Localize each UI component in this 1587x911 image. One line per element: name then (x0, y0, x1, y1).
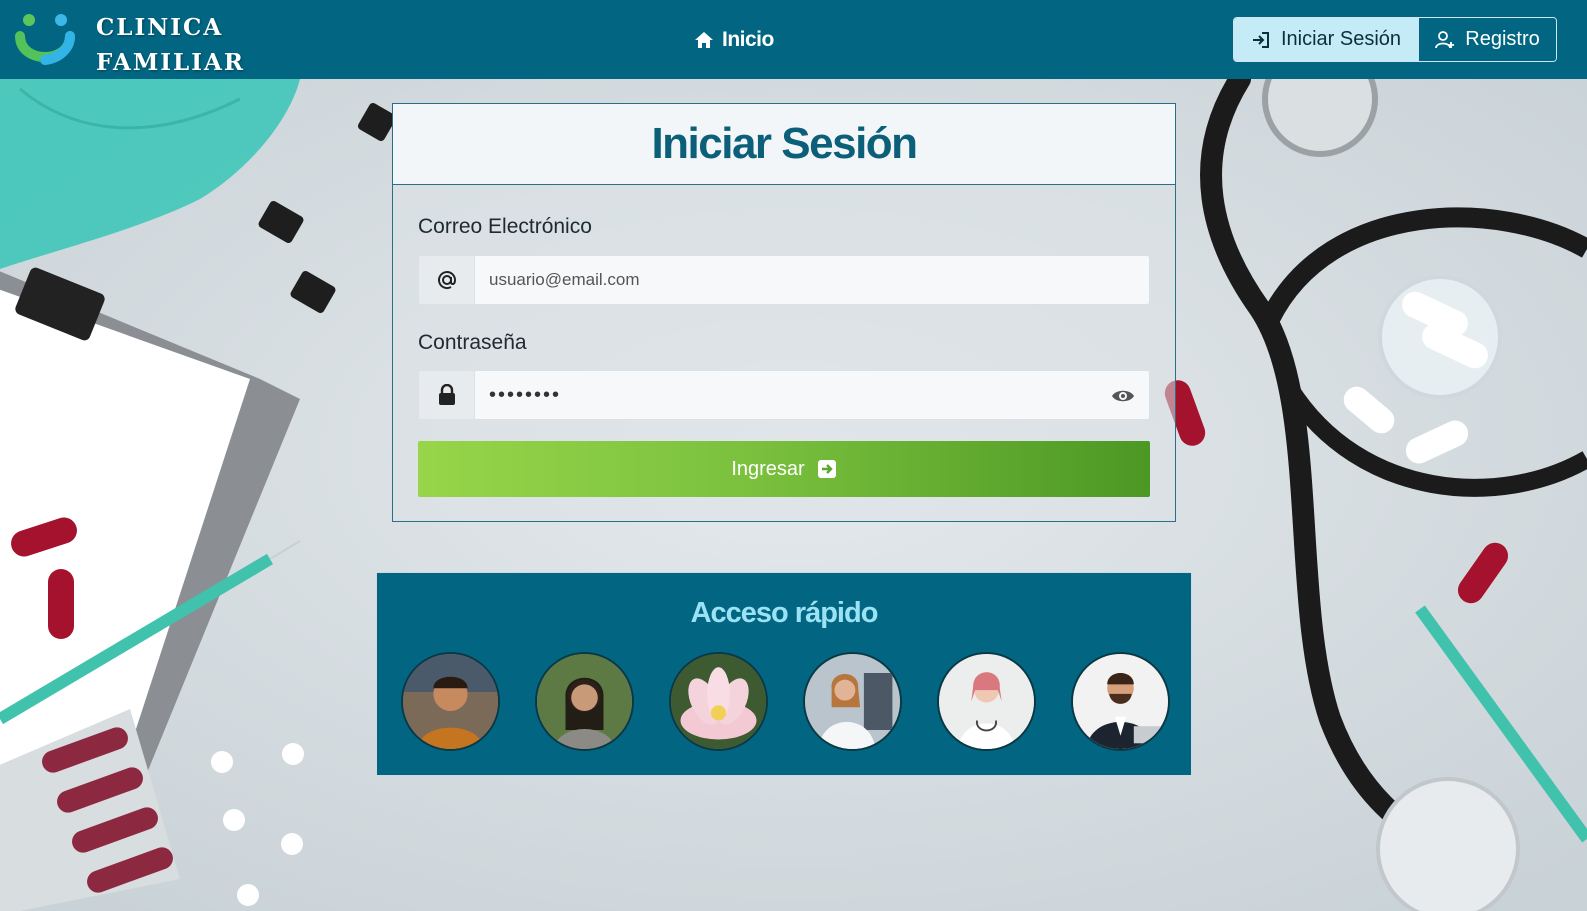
quick-access-title: Acceso rápido (690, 597, 879, 629)
quick-user-2-avatar[interactable] (535, 652, 634, 751)
user-plus-icon (1435, 30, 1455, 48)
nav-home-label: Inicio (722, 28, 774, 51)
email-label: Correo Electrónico (418, 215, 592, 238)
top-navbar: CLINICA FAMILIAR Inicio Iniciar Sesión R… (0, 0, 1587, 79)
quick-access-panel: Acceso rápido (376, 572, 1192, 776)
auth-button-group: Iniciar Sesión Registro (1233, 17, 1557, 62)
login-header: Iniciar Sesión (393, 104, 1175, 185)
quick-user-1-avatar[interactable] (401, 652, 500, 751)
brand-line-1: CLINICA (96, 14, 224, 41)
quick-user-3-avatar[interactable] (669, 652, 768, 751)
password-input-group (418, 370, 1150, 420)
nav-home-link[interactable]: Inicio (694, 22, 774, 58)
brand[interactable]: CLINICA FAMILIAR (14, 10, 243, 76)
arrow-right-box-icon (817, 460, 836, 478)
quick-user-4-avatar[interactable] (803, 652, 902, 751)
at-icon (419, 256, 475, 304)
nav-login-label: Iniciar Sesión (1280, 28, 1402, 50)
home-icon (695, 32, 713, 48)
nav-register-label: Registro (1465, 28, 1540, 50)
lock-icon (419, 371, 475, 419)
submit-label: Ingresar (731, 457, 805, 480)
password-label: Contraseña (418, 331, 527, 354)
brand-name: CLINICA FAMILIAR (96, 10, 245, 80)
quick-user-6-avatar[interactable] (1071, 652, 1170, 751)
quick-user-5-avatar[interactable] (937, 652, 1036, 751)
login-title: Iniciar Sesión (651, 119, 918, 168)
login-card: Iniciar Sesión Correo Electrónico Contra… (392, 103, 1176, 522)
nav-register-button[interactable]: Registro (1418, 18, 1556, 61)
quick-access-avatars (401, 652, 1170, 751)
brand-line-2: FAMILIAR (96, 49, 245, 76)
password-field[interactable] (475, 371, 1149, 419)
eye-icon[interactable] (1111, 386, 1135, 406)
smile-logo-icon (15, 14, 75, 65)
nav-login-button[interactable]: Iniciar Sesión (1234, 18, 1418, 61)
submit-button[interactable]: Ingresar (418, 441, 1150, 497)
login-icon (1252, 31, 1269, 48)
email-input-group (418, 255, 1150, 305)
email-field[interactable] (475, 256, 1149, 304)
